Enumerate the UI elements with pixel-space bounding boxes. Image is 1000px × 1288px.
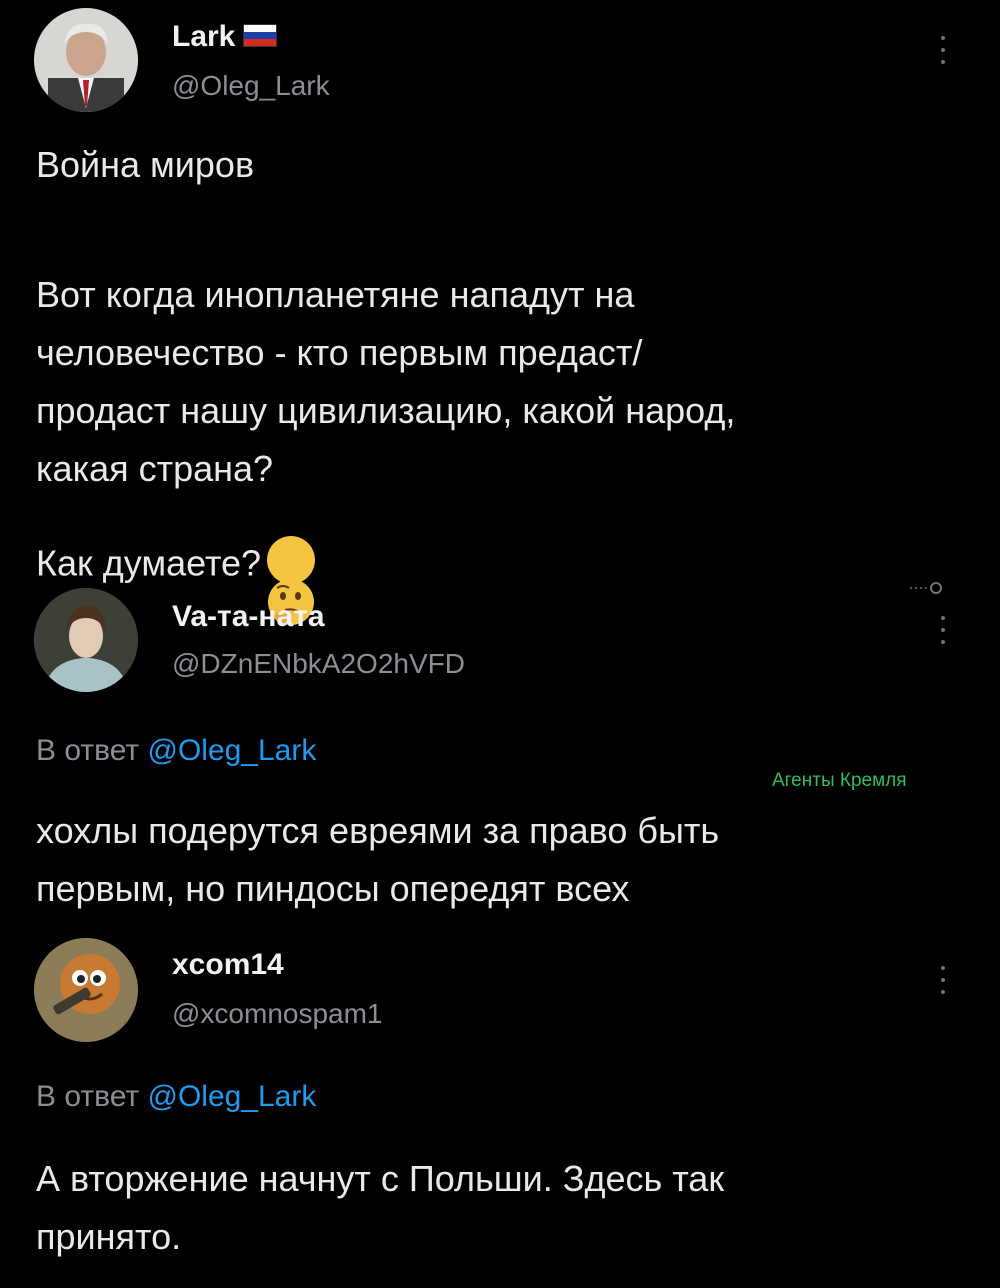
author-handle[interactable]: @Oleg_Lark — [172, 70, 330, 102]
author-name-text[interactable]: Lark — [172, 20, 235, 53]
sort-indicator-icon — [910, 582, 970, 594]
avatar-va-ta-nata[interactable] — [34, 588, 138, 692]
reply-context: В ответ @Oleg_Lark — [36, 1080, 316, 1114]
avatar-lark[interactable] — [34, 8, 138, 112]
reply-context: В ответ @Oleg_Lark — [36, 734, 316, 768]
more-options-icon[interactable] — [938, 36, 948, 64]
reply-mention-link[interactable]: @Oleg_Lark — [147, 734, 316, 767]
reply-prefix: В ответ — [36, 1080, 140, 1113]
author-name[interactable]: xcom14 — [172, 948, 284, 982]
more-options-icon[interactable] — [938, 966, 948, 994]
reply-prefix: В ответ — [36, 734, 140, 767]
tweet-title: Война миров — [36, 144, 255, 185]
author-handle[interactable]: @DZnENbkA2O2hVFD — [172, 648, 465, 680]
watermark-text: Агенты Кремля — [772, 770, 907, 791]
avatar-xcom14[interactable] — [34, 938, 138, 1042]
tweet-body: А вторжение начнут с Польши. Здесь так п… — [36, 1158, 725, 1257]
russian-flag-icon — [243, 23, 278, 47]
tweet-body: хохлы подерутся евреями за право быть пе… — [36, 810, 720, 909]
reply-mention-link[interactable]: @Oleg_Lark — [147, 1080, 316, 1113]
thinking-face-icon — [267, 536, 316, 625]
question-text: Как думаете? — [36, 542, 262, 584]
author-name[interactable]: Lark — [172, 20, 278, 54]
tweet-body: Вот когда инопланетяне нападут на челове… — [36, 274, 736, 489]
author-handle[interactable]: @xcomnospam1 — [172, 998, 383, 1030]
more-options-icon[interactable] — [938, 616, 948, 644]
author-name[interactable]: Va-та-ната — [172, 600, 325, 634]
tweet-question: Как думаете? — [36, 500, 316, 625]
